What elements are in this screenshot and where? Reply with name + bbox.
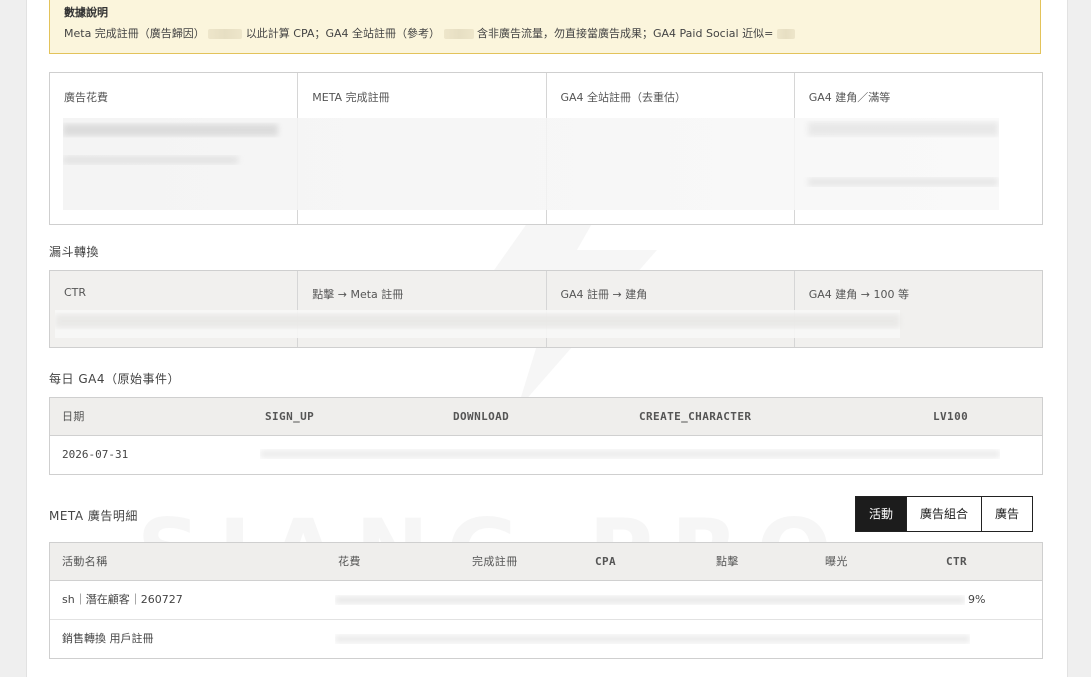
funnel-ctr: CTR [50,271,299,347]
dashboard-page: SIANG.PRO 數據說明 Meta 完成註冊（廣告歸因） 以此計算 CPA；… [26,0,1068,677]
row-date: 2026-07-31 [62,448,129,461]
col-spend: 花費 [338,555,361,568]
table-row[interactable]: 銷售轉換 用戶註冊 [50,620,1042,658]
meta-ads-table: 活動名稱 花費 完成註冊 CPA 點擊 曝光 CTR sh｜潛在顧客｜26072… [49,542,1043,659]
table-row[interactable]: sh｜潛在顧客｜260727 9% [50,581,1042,620]
col-cpa: CPA [595,555,617,568]
kpi-ga4-characters: GA4 建角／滿等 [808,91,891,104]
kpi-ga4-registrations: GA4 全站註冊（去重估） [547,73,795,224]
col-impressions: 曝光 [825,555,848,568]
notice-text: Meta 完成註冊（廣告歸因） 以此計算 CPA；GA4 全站註冊（參考） 含非… [64,27,1026,41]
kpi-ad-spend: 廣告花費 [50,73,299,224]
col-registrations: 完成註冊 [472,555,518,568]
notice-title: 數據說明 [64,6,108,19]
daily-title: 每日 GA4（原始事件） [49,372,180,386]
funnel-reg-to-char: GA4 註冊 → 建角 [547,271,795,347]
funnel-title: 漏斗轉換 [49,245,100,259]
campaign-ctr: 9% [968,593,986,606]
tab-adset[interactable]: 廣告組合 [907,497,983,531]
funnel-click-to-reg: 點擊 → Meta 註冊 [298,271,547,347]
col-sign-up: SIGN_UP [265,410,315,423]
table-header: 日期 SIGN_UP DOWNLOAD CREATE_CHARACTER LV1… [50,398,1042,436]
data-notice: 數據說明 Meta 完成註冊（廣告歸因） 以此計算 CPA；GA4 全站註冊（參… [49,0,1041,54]
meta-title: META 廣告明細 [49,509,138,523]
col-campaign-name: 活動名稱 [62,555,108,568]
redacted-row-values [335,635,970,643]
campaign-name: 銷售轉換 用戶註冊 [62,632,154,645]
tab-campaign[interactable]: 活動 [856,497,908,531]
col-create-character: CREATE_CHARACTER [639,410,752,423]
redacted-row-values [335,596,965,604]
notice-part1: Meta 完成註冊（廣告歸因） [64,27,205,40]
daily-ga4-table: 日期 SIGN_UP DOWNLOAD CREATE_CHARACTER LV1… [49,397,1043,475]
redacted-value [443,29,474,39]
col-lv100: LV100 [933,410,969,423]
funnel-char-to-lv100: GA4 建角 → 100 等 [808,288,909,301]
col-date: 日期 [62,410,85,423]
campaign-name: sh｜潛在顧客｜260727 [62,593,183,606]
col-clicks: 點擊 [716,555,739,568]
col-ctr: CTR [946,555,968,568]
notice-part2: 以此計算 CPA；GA4 全站註冊（參考） [245,27,440,40]
tab-ad[interactable]: 廣告 [982,497,1033,531]
redacted-value [776,29,795,39]
meta-level-tabs: 活動 廣告組合 廣告 [855,496,1034,532]
notice-part3: 含非廣告流量，勿直接當廣告成果；GA4 Paid Social 近似= [477,27,774,40]
col-download: DOWNLOAD [453,410,510,423]
table-header: 活動名稱 花費 完成註冊 CPA 點擊 曝光 CTR [50,543,1042,581]
kpi-grid: 廣告花費 META 完成註冊 GA4 全站註冊（去重估） GA4 建角／滿等 [49,72,1043,225]
table-row: 2026-07-31 [50,436,1042,474]
kpi-meta-registrations: META 完成註冊 [298,73,547,224]
redacted-row-values [260,450,1000,458]
redacted-value [208,29,243,39]
funnel-grid: CTR 點擊 → Meta 註冊 GA4 註冊 → 建角 GA4 建角 → 10… [49,270,1043,348]
